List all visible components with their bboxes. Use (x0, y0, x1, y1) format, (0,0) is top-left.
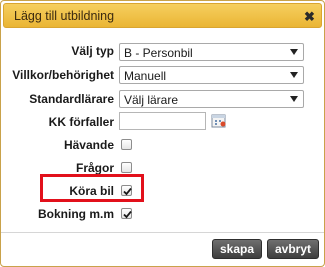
label-valj-typ: Välj typ (71, 44, 114, 58)
havande-checkbox[interactable] (121, 139, 132, 150)
valj-typ-select[interactable]: B - Personbil (119, 43, 304, 61)
label-kora-bil: Köra bil (69, 184, 114, 198)
dialog-title: Lägg till utbildning (14, 9, 115, 23)
valj-typ-value: B - Personbil (124, 46, 193, 60)
label-bokning: Bokning m.m (37, 207, 114, 221)
label-kk-forfaller: KK förfaller (48, 115, 114, 129)
kk-forfaller-input[interactable] (119, 112, 206, 130)
cancel-button[interactable]: avbryt (267, 239, 319, 259)
bokning-checkbox[interactable] (121, 208, 132, 219)
footer-divider (1, 232, 324, 233)
chevron-down-icon (290, 72, 298, 78)
kora-bil-checkbox[interactable] (121, 185, 132, 196)
label-havande: Hävande (63, 138, 114, 152)
chevron-down-icon (290, 49, 298, 55)
add-education-dialog: Lägg till utbildning ✖ Välj typ B - Pers… (0, 0, 325, 267)
standardlarare-value: Välj lärare (124, 93, 179, 107)
close-icon[interactable]: ✖ (303, 10, 316, 23)
villkor-behorighet-select[interactable]: Manuell (119, 66, 304, 84)
chevron-down-icon (290, 96, 298, 102)
fragor-checkbox[interactable] (121, 162, 132, 173)
label-villkor-behorighet: Villkor/behörighet (12, 68, 114, 82)
dialog-titlebar[interactable]: Lägg till utbildning ✖ (3, 3, 322, 28)
label-fragor: Frågor (75, 161, 114, 175)
calendar-icon[interactable] (211, 113, 227, 129)
standardlarare-select[interactable]: Välj lärare (119, 90, 304, 108)
label-standardlarare: Standardlärare (29, 92, 114, 106)
villkor-behorighet-value: Manuell (124, 69, 167, 83)
create-button[interactable]: skapa (212, 239, 262, 259)
